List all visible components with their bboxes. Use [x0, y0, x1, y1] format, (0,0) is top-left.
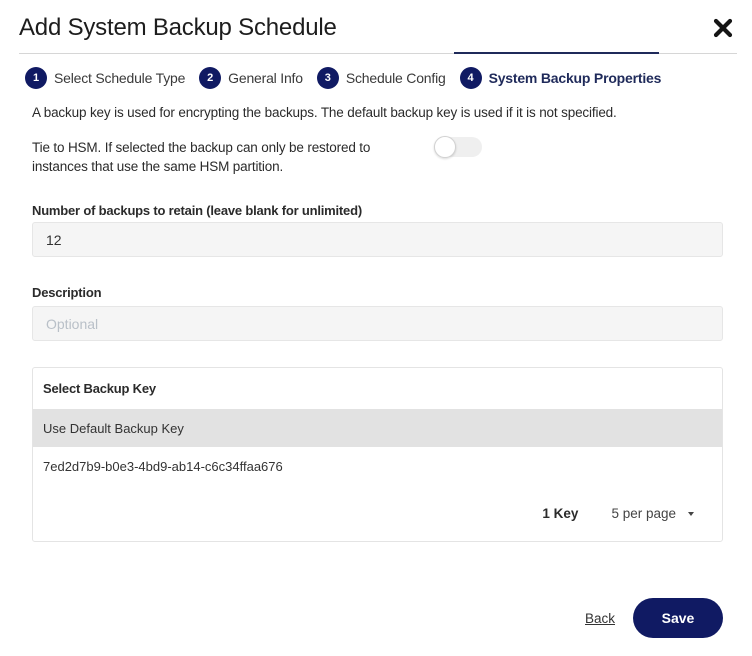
per-page-value: 5 per page	[611, 506, 676, 521]
backup-key-header: Select Backup Key	[43, 381, 156, 396]
close-icon	[713, 18, 733, 38]
step-general-info[interactable]: 2 General Info	[199, 67, 303, 89]
step-number-badge: 2	[199, 67, 222, 89]
retain-label: Number of backups to retain (leave blank…	[32, 203, 362, 218]
step-label: System Backup Properties	[488, 70, 662, 86]
step-number-badge: 3	[316, 67, 339, 89]
caret-down-icon	[688, 511, 694, 516]
step-label: Select Schedule Type	[54, 70, 186, 86]
backup-key-table: Select Backup Key Use Default Backup Key…	[32, 367, 723, 542]
pagination: 1 Key 5 per page	[542, 506, 694, 521]
step-number-badge: 1	[25, 67, 47, 89]
backup-key-info-text: A backup key is used for encrypting the …	[32, 105, 617, 120]
hsm-description: Tie to HSM. If selected the backup can o…	[32, 140, 371, 174]
backup-key-row-default[interactable]: Use Default Backup Key	[33, 409, 722, 447]
step-number-badge: 4	[459, 67, 482, 89]
backup-key-row[interactable]: 7ed2d7b9-b0e3-4bd9-ab14-c6c34ffaa676	[33, 447, 722, 485]
tie-to-hsm-toggle[interactable]	[434, 136, 482, 158]
page-title: Add System Backup Schedule	[19, 14, 337, 41]
step-label: General Info	[228, 70, 303, 86]
save-button[interactable]: Save	[633, 598, 723, 638]
step-system-backup-properties[interactable]: 4 System Backup Properties	[459, 67, 662, 89]
step-select-schedule-type[interactable]: 1 Select Schedule Type	[25, 67, 185, 89]
key-count: 1 Key	[542, 506, 579, 521]
description-input[interactable]	[32, 306, 723, 341]
active-step-indicator	[454, 52, 659, 54]
back-link[interactable]: Back	[585, 611, 615, 626]
step-label: Schedule Config	[345, 70, 446, 86]
retain-count-input[interactable]	[32, 222, 723, 257]
step-schedule-config[interactable]: 3 Schedule Config	[316, 67, 446, 89]
toggle-knob	[434, 136, 456, 158]
close-button[interactable]	[711, 16, 735, 40]
per-page-select[interactable]: 5 per page	[611, 506, 694, 521]
description-label: Description	[32, 285, 102, 300]
stepper: 1 Select Schedule Type 2 General Info 3 …	[25, 66, 675, 90]
